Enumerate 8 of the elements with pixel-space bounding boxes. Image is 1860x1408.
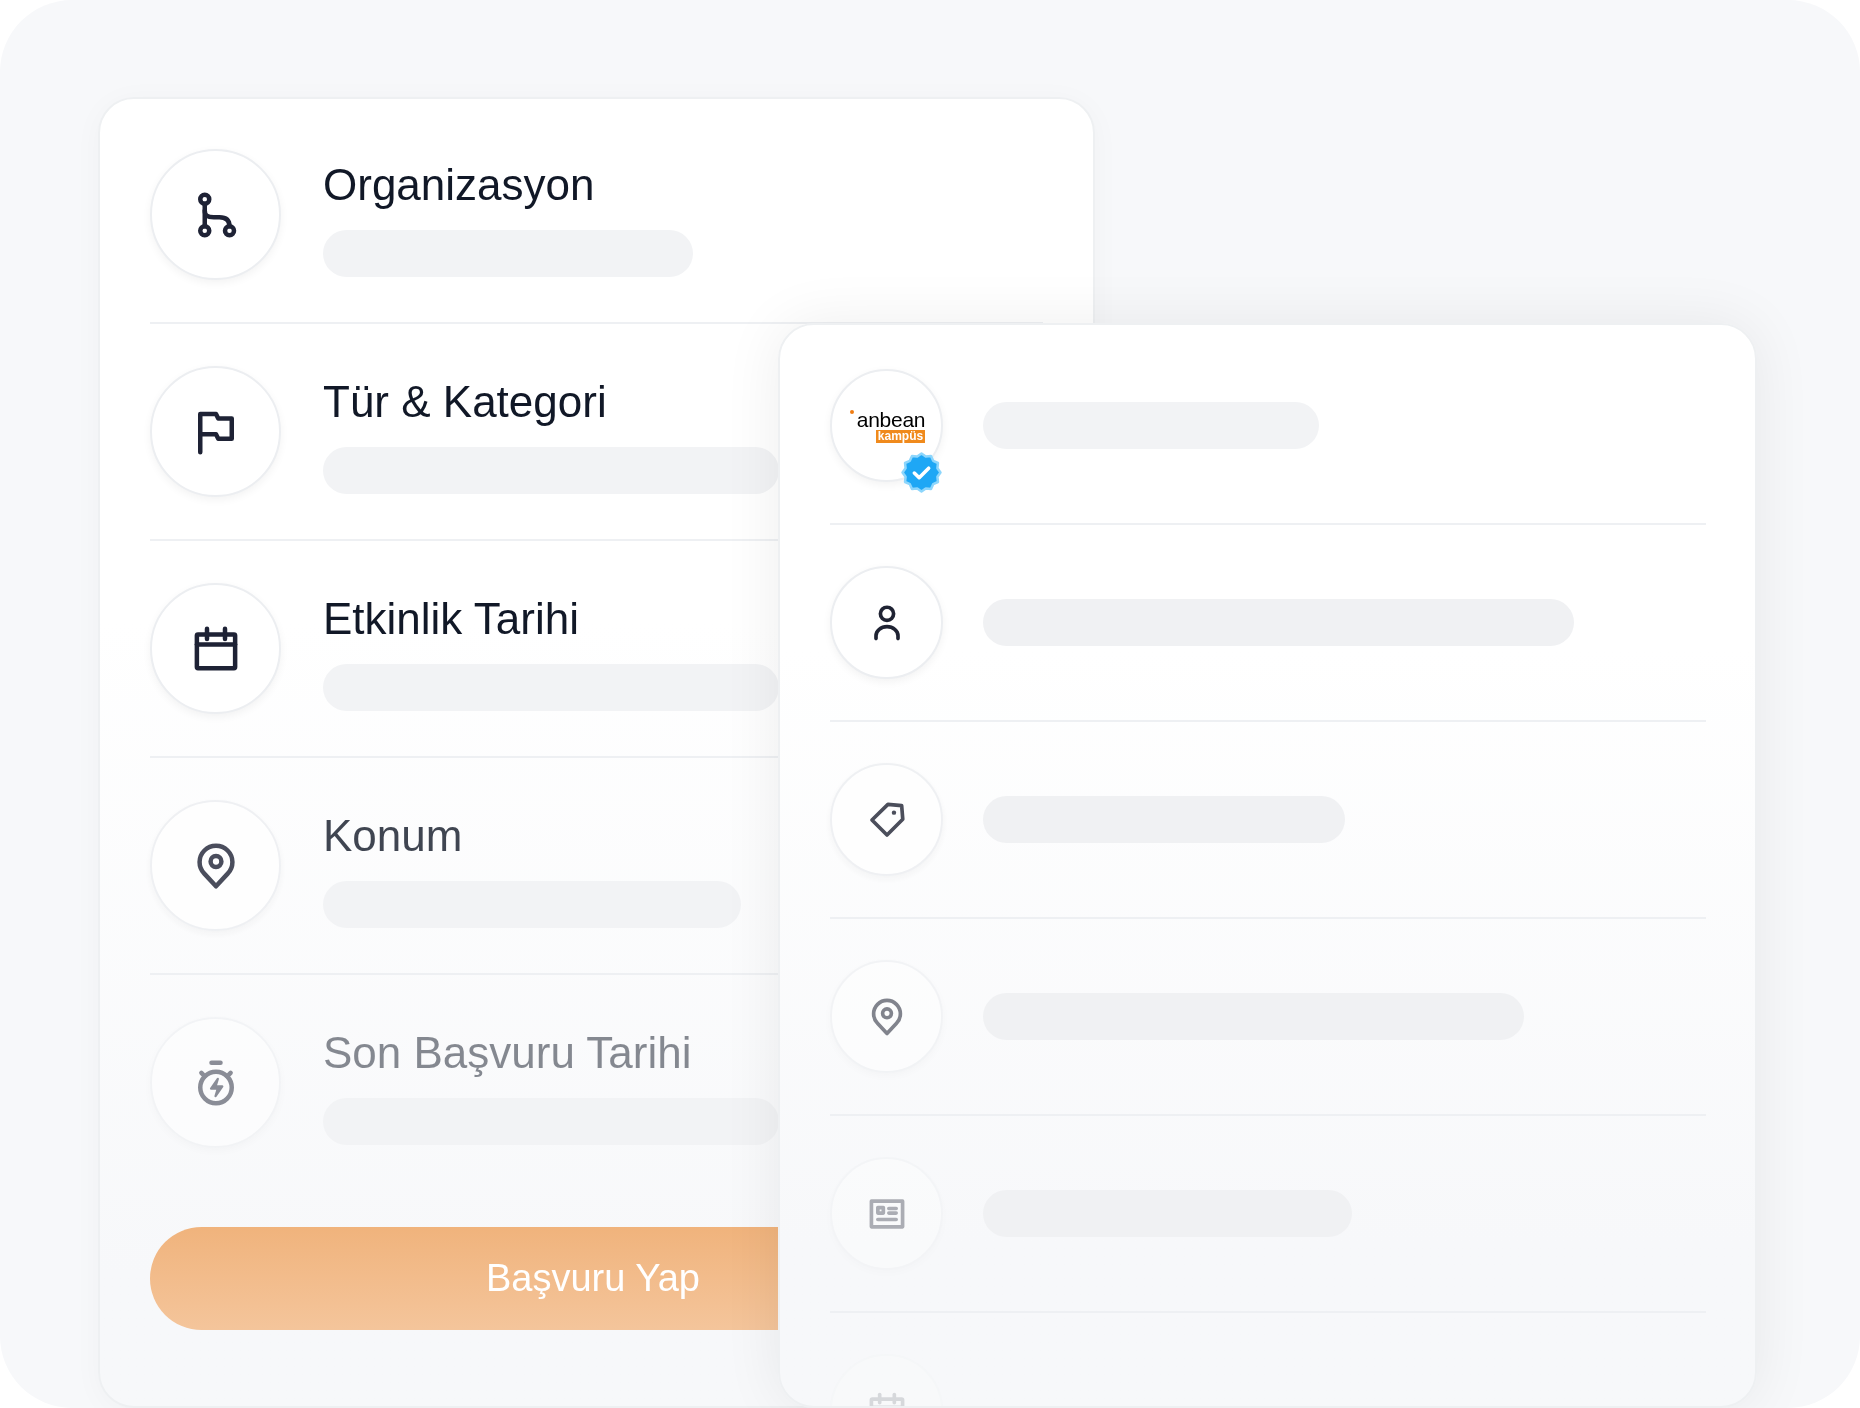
field-label: Son Başvuru Tarihi <box>323 1027 693 1079</box>
apply-button[interactable]: Başvuru Yap <box>150 1227 780 1330</box>
field-label: Tür & Kategori <box>323 376 608 428</box>
logo-tagline: kampüs <box>875 429 926 443</box>
field-label: Konum <box>323 810 464 862</box>
field-label: Organizasyon <box>323 159 596 211</box>
field-label: Etkinlik Tarihi <box>323 593 580 645</box>
logo-wordmark: anbean <box>856 408 926 430</box>
